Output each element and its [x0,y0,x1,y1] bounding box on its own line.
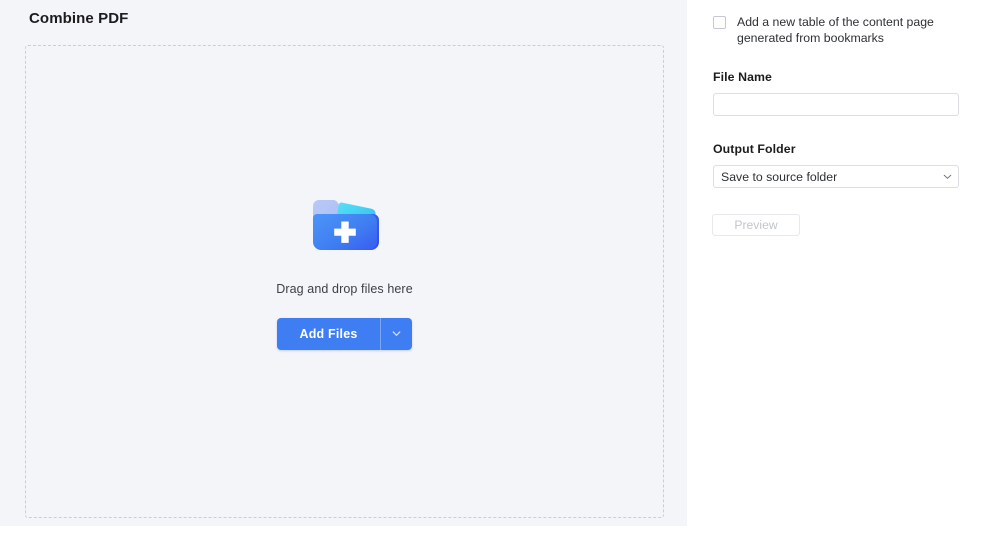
dropzone-content: Drag and drop files here Add Files [26,46,663,517]
toc-checkbox-row[interactable]: Add a new table of the content page gene… [713,14,963,46]
output-folder-label: Output Folder [713,142,796,156]
page-title: Combine PDF [29,10,129,27]
bottom-strip [0,526,687,533]
preview-button[interactable]: Preview [712,214,800,236]
add-files-button-group: Add Files [277,317,412,350]
left-panel: Combine PDF Drag and drop files here Add… [0,0,687,533]
file-name-input[interactable] [713,93,959,116]
output-folder-selected-value: Save to source folder [721,169,838,184]
add-files-button[interactable]: Add Files [277,317,380,350]
options-panel: Add a new table of the content page gene… [687,0,982,533]
dropzone-hint-text: Drag and drop files here [276,281,413,296]
toc-checkbox[interactable] [713,16,726,29]
add-files-dropdown-toggle[interactable] [379,317,412,350]
chevron-down-icon[interactable] [936,171,958,182]
combine-pdf-window: Combine PDF Drag and drop files here Add… [0,0,982,533]
file-dropzone[interactable]: Drag and drop files here Add Files [25,45,664,518]
add-folder-icon [307,192,383,262]
toc-checkbox-label[interactable]: Add a new table of the content page gene… [737,14,963,46]
file-name-label: File Name [713,70,772,84]
output-folder-select[interactable]: Save to source folder [713,165,959,188]
chevron-down-icon [391,328,402,339]
